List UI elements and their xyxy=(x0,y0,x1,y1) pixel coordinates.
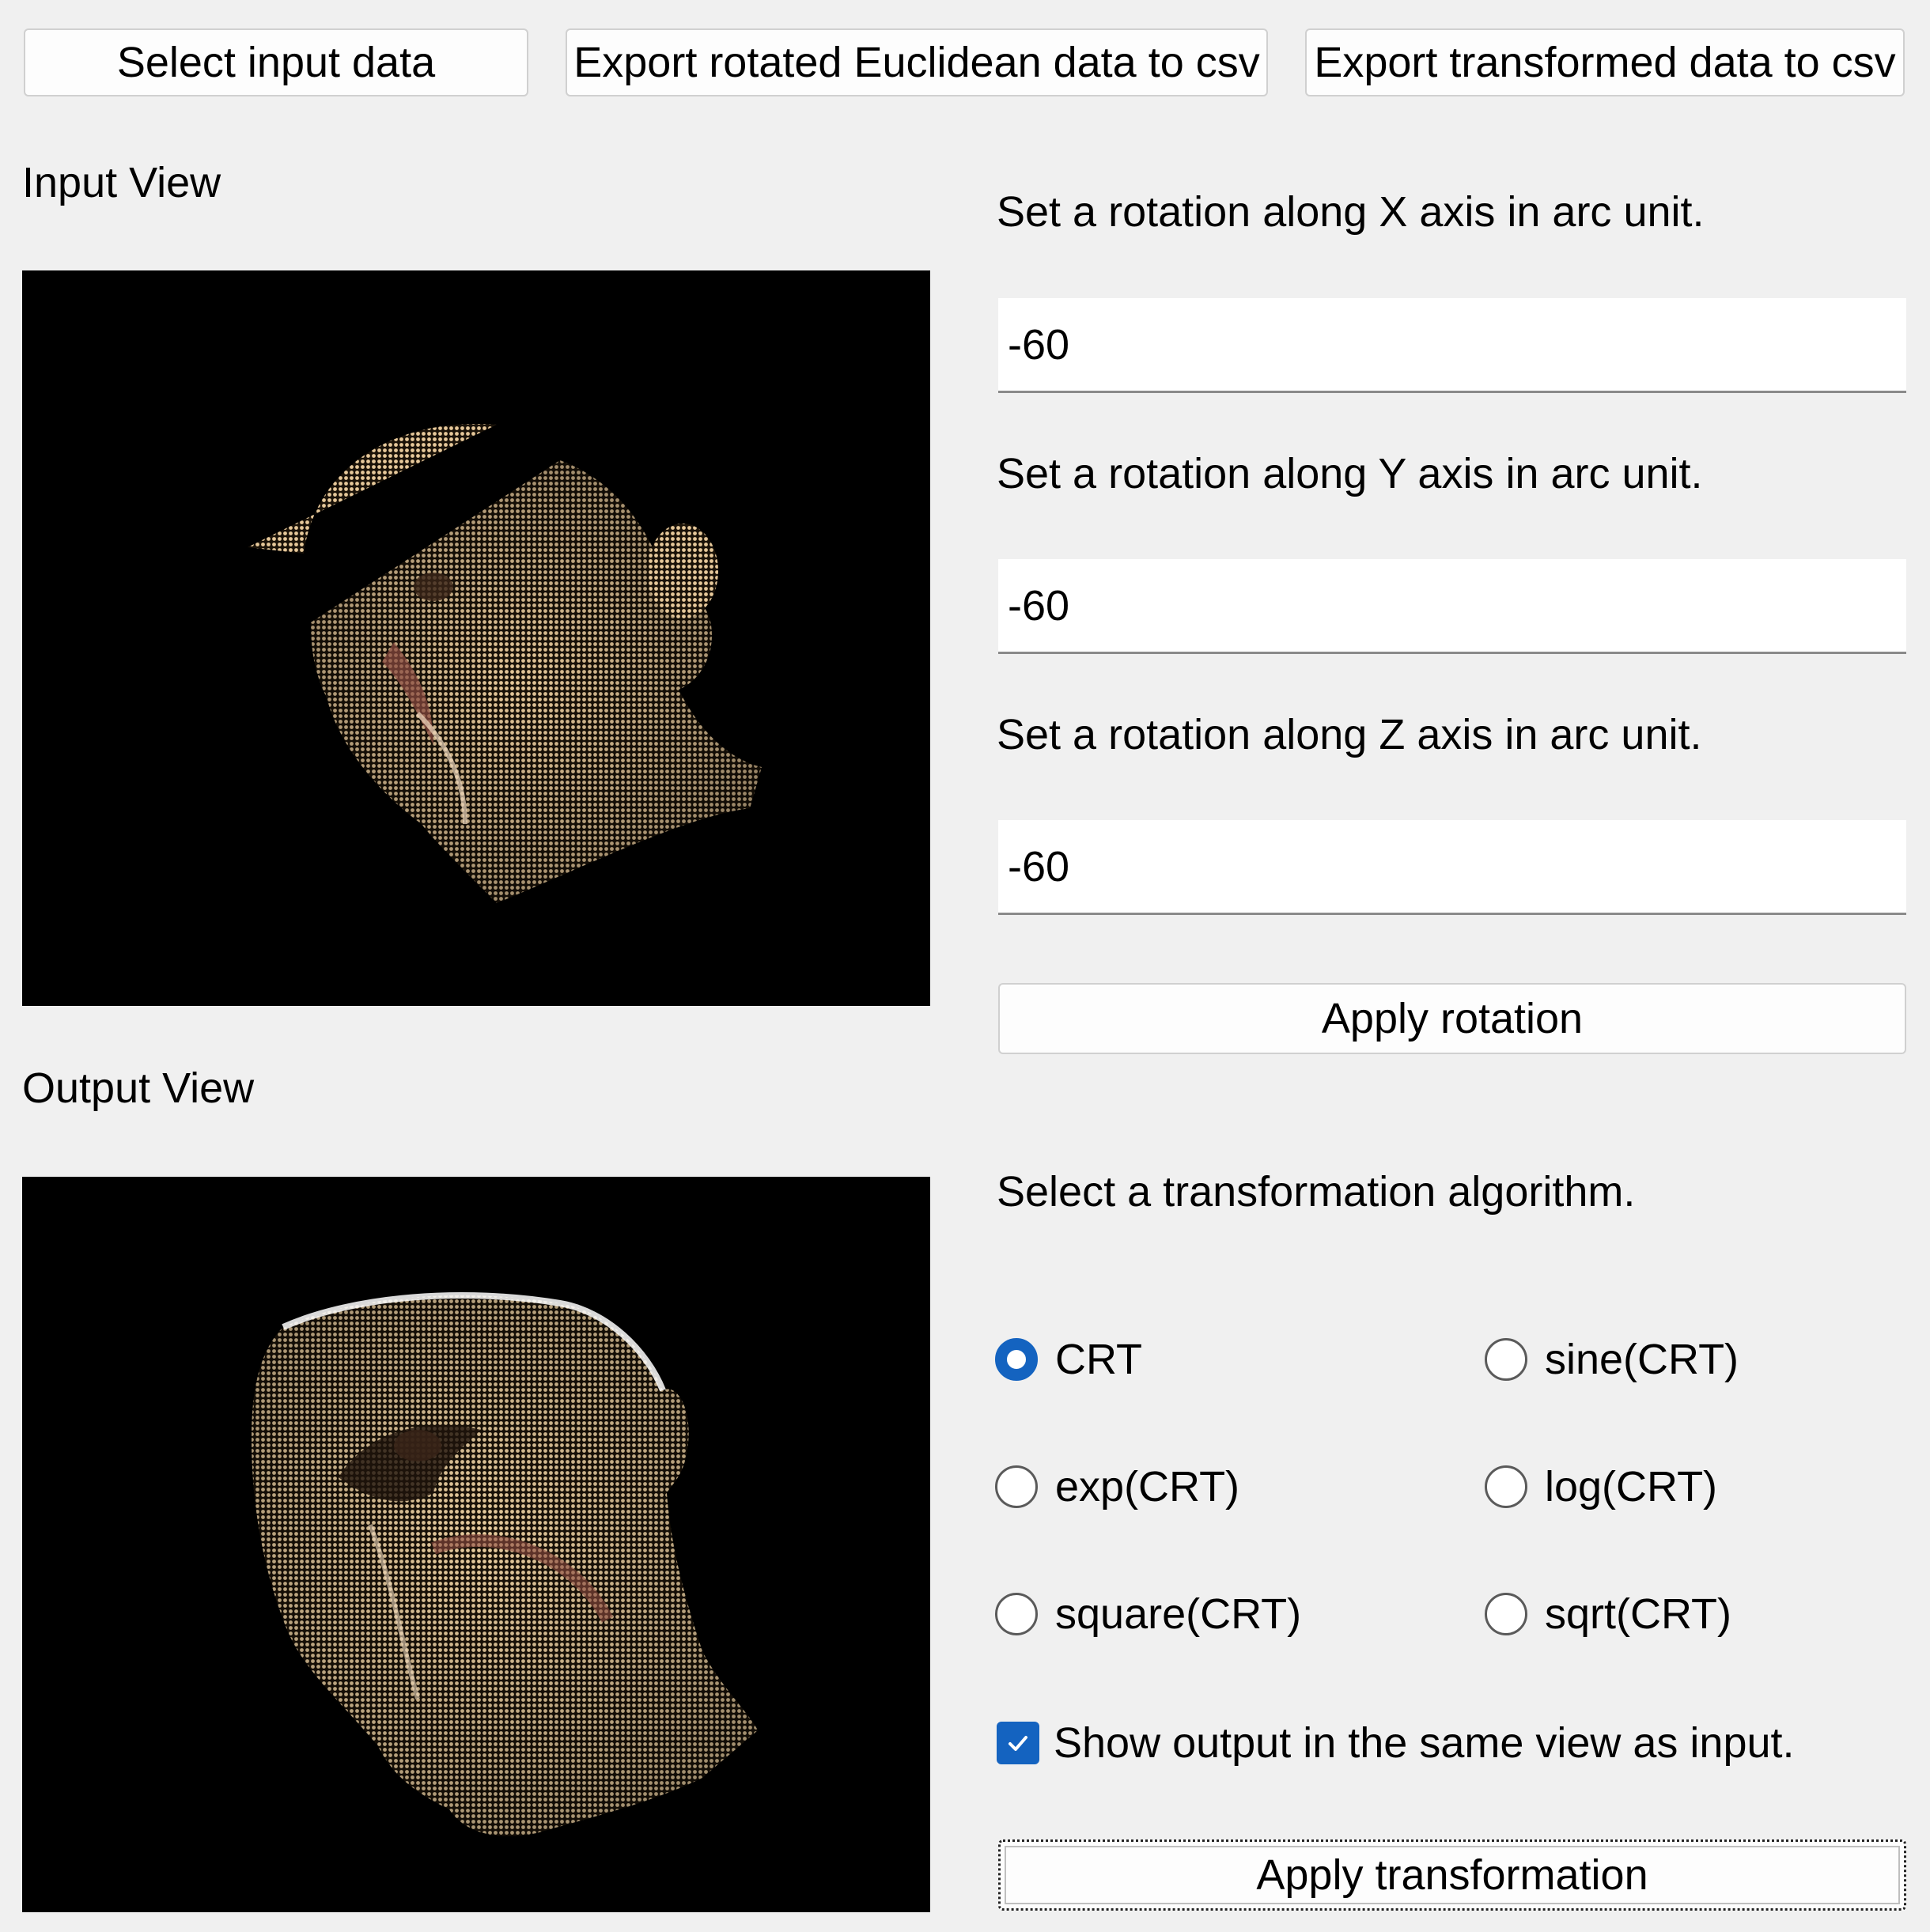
radio-square-crt-indicator[interactable] xyxy=(995,1593,1038,1635)
radio-sine-crt-label: sine(CRT) xyxy=(1545,1336,1739,1383)
radio-square-crt[interactable]: square(CRT) xyxy=(995,1590,1301,1639)
input-view-title: Input View xyxy=(22,159,221,206)
radio-crt-indicator[interactable] xyxy=(995,1338,1038,1381)
rotation-x-input[interactable]: -60 xyxy=(998,298,1906,393)
checkmark-icon xyxy=(1009,1736,1027,1751)
output-view-canvas[interactable] xyxy=(22,1177,930,1912)
radio-sqrt-crt-label: sqrt(CRT) xyxy=(1545,1590,1731,1638)
radio-crt[interactable]: CRT xyxy=(995,1335,1142,1384)
radio-sqrt-crt[interactable]: sqrt(CRT) xyxy=(1485,1590,1731,1639)
rotation-y-label: Set a rotation along Y axis in arc unit. xyxy=(997,450,1703,497)
input-point-cloud xyxy=(248,423,762,903)
same-view-checkbox-row[interactable]: Show output in the same view as input. xyxy=(997,1718,1795,1768)
same-view-label: Show output in the same view as input. xyxy=(1054,1719,1795,1767)
apply-transformation-button[interactable]: Apply transformation xyxy=(998,1839,1906,1911)
radio-log-crt-indicator[interactable] xyxy=(1485,1465,1527,1508)
apply-rotation-button[interactable]: Apply rotation xyxy=(998,983,1906,1054)
radio-log-crt-label: log(CRT) xyxy=(1545,1463,1718,1510)
output-view-title: Output View xyxy=(22,1064,255,1112)
radio-sine-crt-indicator[interactable] xyxy=(1485,1338,1527,1381)
rotation-x-label: Set a rotation along X axis in arc unit. xyxy=(997,188,1705,236)
radio-sqrt-crt-indicator[interactable] xyxy=(1485,1593,1527,1635)
radio-square-crt-label: square(CRT) xyxy=(1055,1590,1302,1638)
rotation-z-input[interactable]: -60 xyxy=(998,820,1906,915)
export-transformed-csv-button[interactable]: Export transformed data to csv xyxy=(1305,28,1905,96)
radio-sine-crt[interactable]: sine(CRT) xyxy=(1485,1335,1739,1384)
radio-exp-crt-label: exp(CRT) xyxy=(1055,1463,1240,1510)
ear xyxy=(647,524,718,618)
radio-exp-crt[interactable]: exp(CRT) xyxy=(995,1462,1239,1511)
same-view-checkbox[interactable] xyxy=(997,1722,1039,1764)
rotation-z-label: Set a rotation along Z axis in arc unit. xyxy=(997,711,1702,758)
radio-log-crt[interactable]: log(CRT) xyxy=(1485,1462,1717,1511)
radio-crt-label: CRT xyxy=(1055,1336,1143,1383)
rotation-y-input[interactable]: -60 xyxy=(998,559,1906,654)
input-view-canvas[interactable] xyxy=(22,270,930,1006)
transformation-title: Select a transformation algorithm. xyxy=(997,1168,1636,1216)
export-rotated-csv-button[interactable]: Export rotated Euclidean data to csv xyxy=(566,28,1268,96)
select-input-data-button[interactable]: Select input data xyxy=(24,28,528,96)
output-point-cloud xyxy=(252,1292,758,1836)
radio-exp-crt-indicator[interactable] xyxy=(995,1465,1038,1508)
